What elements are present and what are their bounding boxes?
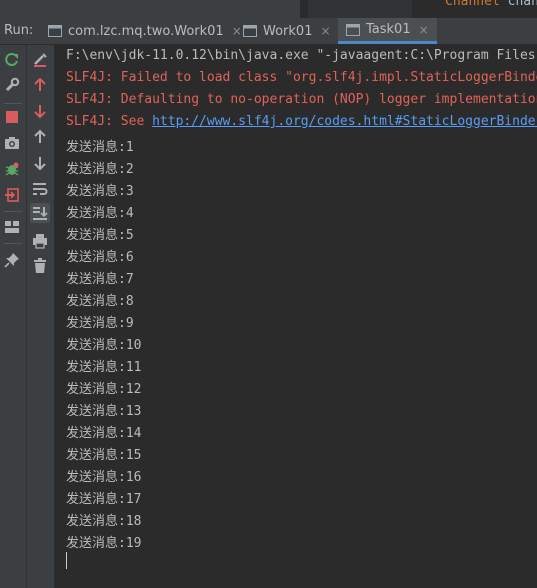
text-caret [66,552,67,569]
console-message-line: 发送消息:2 [66,162,134,177]
console-tab-icon [48,25,62,37]
editor-remnant: 23 Channel chan [0,0,537,18]
console-message-line: 发送消息:11 [66,360,142,375]
toolbar-separator [4,103,22,104]
command-line: F:\env\jdk-11.0.12\bin\java.exe "-javaag… [66,48,536,63]
tab-label: Task01 [366,22,411,37]
console-message-line: 发送消息:6 [66,250,134,265]
tab-work01[interactable]: Work01 × [243,18,331,44]
console-message-line: 发送消息:17 [66,492,142,507]
console-message-line: 发送消息:3 [66,184,134,199]
console-message-line: 发送消息:18 [66,514,142,529]
run-toolwindow-header: Run: com.lzc.mq.two.Work01 × Work01 × Ta… [0,18,537,45]
console-message-line: 发送消息:19 [66,536,142,551]
wrench-pencil-icon[interactable] [30,50,50,70]
slf4j-warning-3-prefix: SLF4J: See [66,114,153,129]
console-message-line: 发送消息:10 [66,338,142,353]
console-message-line: 发送消息:14 [66,426,142,441]
wrench-icon[interactable] [2,75,22,95]
tab-com-lzc-mq-two-work01[interactable]: com.lzc.mq.two.Work01 × [48,18,242,44]
camera-icon[interactable] [2,133,22,153]
tab-label: com.lzc.mq.two.Work01 [68,23,224,39]
close-icon[interactable]: × [419,23,429,37]
console-output[interactable]: F:\env\jdk-11.0.12\bin\java.exe "-javaag… [55,45,537,588]
slf4j-warning-1: SLF4J: Failed to load class "org.slf4j.i… [66,70,537,85]
console-tab-icon [243,25,257,37]
console-message-line: 发送消息:15 [66,448,142,463]
console-message-line: 发送消息:16 [66,470,142,485]
stop-icon[interactable] [2,107,22,127]
print-icon[interactable] [30,231,50,251]
arrow-up-icon[interactable] [30,127,50,147]
close-icon[interactable]: × [320,24,330,38]
console-message-line: 发送消息:1 [66,140,134,155]
console-message-line: 发送消息:13 [66,404,142,419]
console-message-line: 发送消息:12 [66,382,142,397]
soft-wrap-icon[interactable] [30,179,50,199]
tab-task01[interactable]: Task01 × [338,18,437,44]
arrow-up-red-icon[interactable] [30,75,50,95]
rerun-icon[interactable] [2,50,22,70]
console-message-line: 发送消息:5 [66,228,134,243]
console-message-line: 发送消息:9 [66,316,134,331]
slf4j-warning-3: SLF4J: See http://www.slf4j.org/codes.ht… [66,114,537,129]
trash-icon[interactable] [30,256,50,276]
console-message-line: 发送消息:8 [66,294,134,309]
arrow-down-red-icon[interactable] [30,101,50,121]
tab-label: Work01 [263,23,313,39]
layout-icon[interactable] [2,217,22,237]
editor-gutter: 23 [308,0,412,18]
scroll-to-end-icon[interactable] [30,203,50,223]
run-toolbar-right [27,45,55,588]
toolbar-separator [4,211,22,212]
pin-icon[interactable] [2,250,22,270]
run-toolbar-left [0,45,27,588]
editor-tabs-remnant [0,0,300,18]
toolbar-separator [4,243,22,244]
run-label: Run: [4,23,34,38]
code-rest: chan [499,0,537,9]
close-icon[interactable]: × [232,24,242,38]
exit-icon[interactable] [2,185,22,205]
arrow-down-icon[interactable] [30,153,50,173]
code-remnant: Channel chan [445,0,537,9]
console-tab-icon [346,23,360,36]
console-message-line: 发送消息:7 [66,272,134,287]
slf4j-warning-2: SLF4J: Defaulting to no-operation (NOP) … [66,92,537,107]
debug-bug-icon[interactable] [2,159,22,179]
console-message-line: 发送消息:4 [66,206,134,221]
slf4j-codes-link[interactable]: http://www.slf4j.org/codes.html#StaticLo… [152,114,537,129]
code-keyword: Channel [445,0,500,9]
